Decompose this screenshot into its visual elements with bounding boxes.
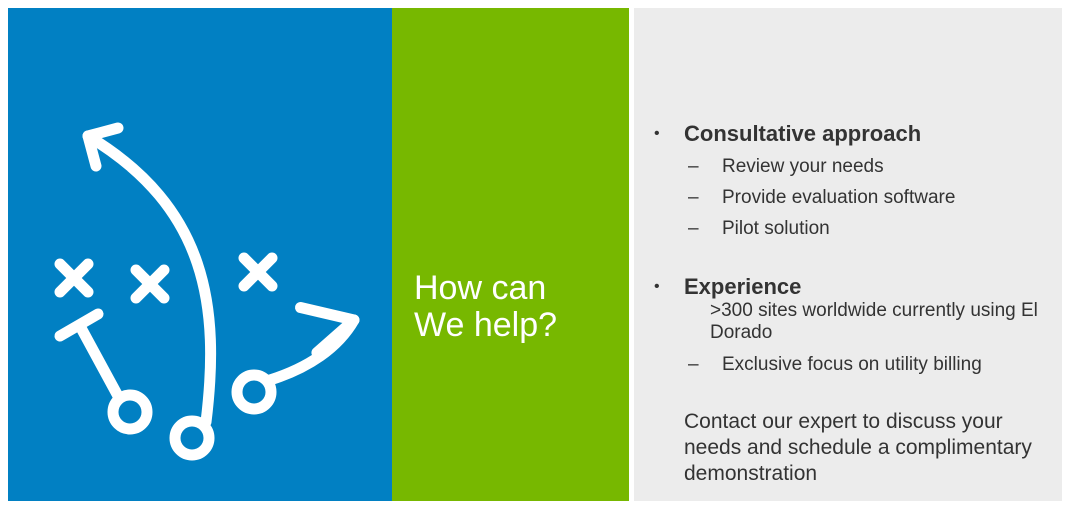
list-item-text: Provide evaluation software bbox=[722, 187, 956, 208]
short-route-arrow-icon bbox=[231, 302, 360, 415]
list-item-text: Pilot solution bbox=[722, 218, 830, 239]
play-diagram-panel bbox=[8, 8, 392, 501]
info-panel: • Consultative approach – Review your ne… bbox=[634, 8, 1062, 501]
x-mark-icon bbox=[238, 252, 278, 292]
list-item-text: >300 sites worldwide currently using El … bbox=[710, 300, 1038, 343]
section-title: Experience bbox=[684, 274, 802, 299]
list-item-text: Review your needs bbox=[722, 156, 884, 177]
bullet-icon: • bbox=[654, 278, 660, 295]
dash-icon: – bbox=[688, 218, 699, 239]
dash-icon: – bbox=[688, 187, 699, 208]
section-title: Consultative approach bbox=[684, 121, 922, 146]
dash-icon: – bbox=[688, 156, 699, 177]
x-mark-icon bbox=[130, 264, 170, 304]
x-mark-icon bbox=[54, 258, 94, 298]
bullet-icon: • bbox=[654, 125, 660, 142]
question-line: We help? bbox=[414, 306, 558, 344]
dash-icon: – bbox=[688, 354, 699, 375]
question-line: How can bbox=[414, 269, 547, 307]
block-route-icon bbox=[54, 308, 153, 435]
help-question: How can We help? bbox=[414, 270, 557, 344]
question-panel: How can We help? bbox=[392, 8, 629, 501]
contact-text: Contact our expert to discuss your needs… bbox=[684, 410, 1032, 485]
football-play-diagram-icon bbox=[54, 122, 360, 461]
list-item-text: Exclusive focus on utility billing bbox=[722, 354, 982, 375]
